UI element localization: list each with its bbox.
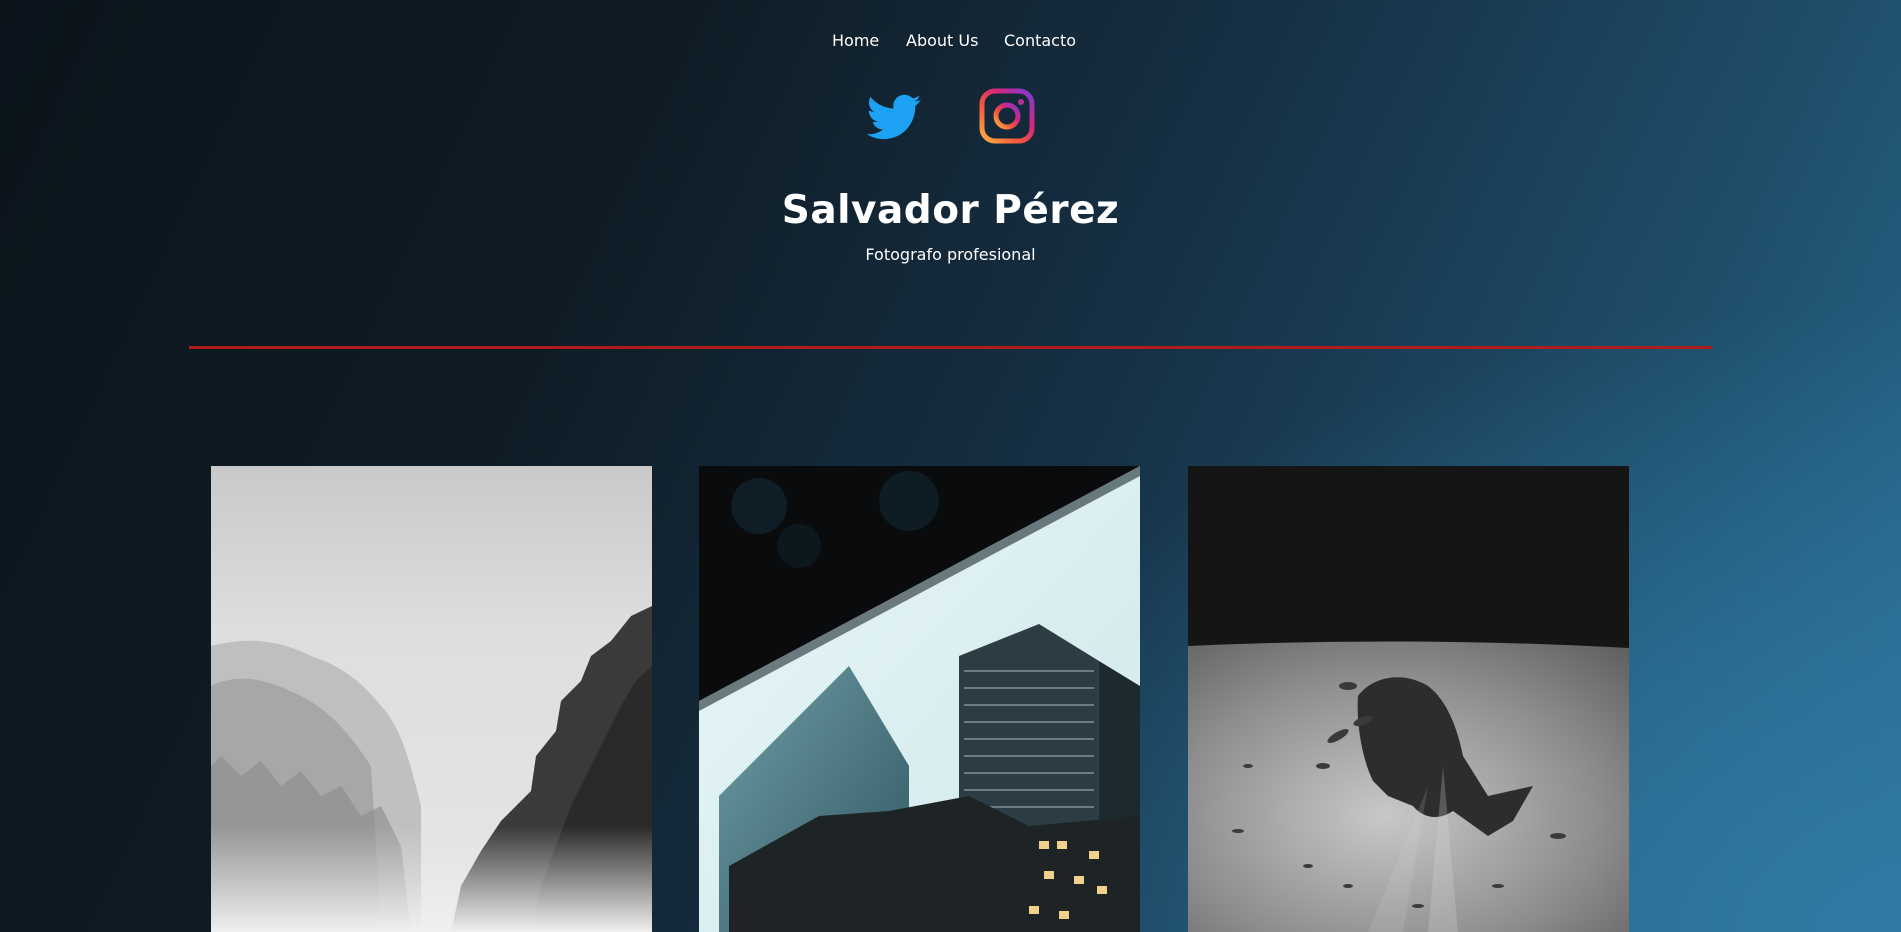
page-subtitle: Fotografo profesional — [865, 245, 1036, 264]
twitter-icon — [866, 94, 922, 140]
nav-link-about-us[interactable]: About Us — [906, 31, 978, 50]
instagram-link[interactable] — [979, 88, 1035, 144]
forest-photo-image — [211, 466, 652, 932]
whale-shark-photo-image — [1188, 466, 1629, 932]
gallery-photo-whale-shark[interactable] — [1188, 466, 1629, 932]
gallery-photo-skyscrapers[interactable] — [699, 466, 1140, 932]
twitter-link[interactable] — [866, 88, 922, 144]
page-title: Salvador Pérez — [781, 188, 1120, 233]
nav-link-home[interactable]: Home — [832, 31, 879, 50]
instagram-icon — [979, 88, 1035, 144]
gallery-photo-forest[interactable] — [211, 466, 652, 932]
section-divider — [189, 346, 1712, 349]
skyscrapers-photo-image — [699, 466, 1140, 932]
nav-link-contacto[interactable]: Contacto — [1004, 31, 1076, 50]
